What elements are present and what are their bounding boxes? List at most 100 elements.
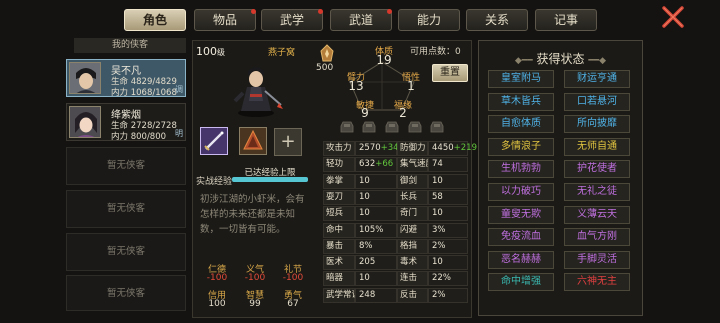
status-buff[interactable]: 命中增强 xyxy=(488,273,554,292)
ornament-icon: ◆━━ xyxy=(514,56,533,66)
stat-value: 4450+219 xyxy=(428,141,477,156)
hero-portrait-avatar xyxy=(69,62,101,94)
status-buff[interactable]: 血气方刚 xyxy=(564,228,630,247)
stat-name: 长兵 xyxy=(397,189,428,205)
status-buff[interactable]: 多情浪子 xyxy=(488,137,554,156)
stat-name: 连击 xyxy=(397,271,428,287)
available-points: 可用点数：0 xyxy=(410,47,461,57)
gem-slot-icon[interactable] xyxy=(408,121,422,133)
stat-name: 命中 xyxy=(323,222,355,238)
status-buff[interactable]: 生机勃勃 xyxy=(488,160,554,179)
empty-hero-slot[interactable]: 暂无侠客 xyxy=(66,233,186,271)
status-buff[interactable]: 自愈体质 xyxy=(488,115,554,134)
tab-2[interactable]: 武学 xyxy=(261,9,323,31)
status-buff[interactable]: 口若悬河 xyxy=(564,92,630,111)
stat-value: 3% xyxy=(428,222,468,238)
attr-value-agility: 9 xyxy=(361,106,369,120)
stat-name: 奇门 xyxy=(397,206,428,222)
stat-name: 集气速度 xyxy=(397,157,434,173)
status-buff[interactable]: 无礼之徒 xyxy=(564,183,630,201)
stat-value: 10 xyxy=(428,173,468,189)
status-buff[interactable]: 草木皆兵 xyxy=(488,92,554,111)
close-icon[interactable] xyxy=(660,4,686,30)
exp-bar-fill xyxy=(232,177,308,182)
stat-value: 10 xyxy=(355,173,397,189)
tab-5[interactable]: 关系 xyxy=(466,9,528,31)
exp-label: 实战经验 xyxy=(196,177,233,187)
tab-0[interactable]: 角色 xyxy=(124,9,186,31)
tab-1[interactable]: 物品 xyxy=(194,9,256,31)
ornament-icon: ━━◆ xyxy=(588,56,607,66)
stat-value: 2% xyxy=(428,238,468,254)
status-buff[interactable]: 童叟无欺 xyxy=(488,205,554,224)
attr-value-comprehension: 1 xyxy=(407,79,415,93)
stat-name: 轻功 xyxy=(323,157,355,173)
tab-label: 武学 xyxy=(279,13,304,27)
gem-slot-icon[interactable] xyxy=(362,121,376,133)
stat-name: 拳掌 xyxy=(323,173,355,189)
skill-slot-sword[interactable] xyxy=(200,127,228,155)
stat-name: 反击 xyxy=(397,287,428,303)
stat-value: 105% xyxy=(355,222,397,238)
stat-value: 74 xyxy=(428,157,468,173)
stat-value: 2570+340 xyxy=(355,141,404,156)
trait-value: 100 xyxy=(208,299,226,309)
stat-name: 暗器 xyxy=(323,271,355,287)
trait-value: -100 xyxy=(244,273,266,283)
status-buff[interactable]: 财运亨通 xyxy=(564,70,630,88)
empty-hero-slot[interactable]: 暂无侠客 xyxy=(66,190,186,228)
stat-bonus: +219 xyxy=(453,143,477,153)
status-buff[interactable]: 皇室附马 xyxy=(488,70,554,88)
status-buff[interactable]: 六神无主 xyxy=(564,273,630,292)
hero-card-1[interactable]: 吴不凡 生命 4829/4829 内力 1068/1068 调 xyxy=(66,59,186,98)
gem-slot-icon[interactable] xyxy=(430,121,444,133)
stat-value: 10 xyxy=(355,189,397,205)
status-buff[interactable]: 以力破巧 xyxy=(488,183,554,201)
status-buff[interactable]: 免疫流血 xyxy=(488,228,554,247)
stat-value: 22% xyxy=(428,271,468,287)
notification-badge xyxy=(318,9,323,14)
stat-value: 8% xyxy=(355,238,397,254)
character-description: 初涉江湖的小虾米，会有怎样的未来还都是未知数，一切皆有可能。 xyxy=(200,194,305,235)
hero-mp: 内力 800/800 xyxy=(111,132,167,142)
stat-bonus: +66 xyxy=(375,159,394,170)
tab-4[interactable]: 能力 xyxy=(398,9,460,31)
tab-3[interactable]: 武道 xyxy=(330,9,392,31)
attr-value-constitution: 19 xyxy=(376,53,392,67)
empty-hero-slot[interactable]: 暂无侠客 xyxy=(66,147,186,185)
gem-slot-icon[interactable] xyxy=(385,121,399,133)
hero-card-2[interactable]: 绛紫烟 生命 2728/2728 内力 800/800 明 xyxy=(66,103,186,142)
stat-value: 205 xyxy=(355,255,397,271)
stat-value: 10 xyxy=(428,255,468,271)
stat-name: 耍刀 xyxy=(323,189,355,205)
character-avatar xyxy=(225,57,287,119)
stat-name: 短兵 xyxy=(323,206,355,222)
tab-label: 关系 xyxy=(484,13,509,27)
exp-bar xyxy=(232,177,308,182)
status-buff[interactable]: 恶名赫赫 xyxy=(488,250,554,269)
gem-slot-icon[interactable] xyxy=(340,121,354,133)
stat-name: 防御力 xyxy=(397,141,428,156)
character-level: 100级 xyxy=(196,45,225,58)
roster-title: 我的侠客 xyxy=(74,38,186,53)
stat-value: 632+66 xyxy=(355,157,397,173)
stat-name: 医术 xyxy=(323,255,355,271)
hero-mp: 内力 1068/1068 xyxy=(111,88,177,98)
hero-tag: 明 xyxy=(175,129,183,138)
status-buff[interactable]: 无师自通 xyxy=(564,137,630,156)
add-skill-button[interactable]: + xyxy=(274,128,302,156)
status-buff[interactable]: 护花使者 xyxy=(564,160,630,179)
empty-hero-slot[interactable]: 暂无侠客 xyxy=(66,275,186,311)
trait-value: -100 xyxy=(282,273,304,283)
tab-6[interactable]: 记事 xyxy=(535,9,597,31)
status-buff[interactable]: 所向披靡 xyxy=(564,115,630,134)
status-panel-title: ◆━━ 获得状态 ━━◆ xyxy=(514,52,607,66)
stat-value: 10 xyxy=(355,271,397,287)
reset-button[interactable]: 重置 xyxy=(432,64,468,82)
skill-slot-armor[interactable] xyxy=(239,127,267,155)
stat-name: 御剑 xyxy=(397,173,428,189)
status-buff[interactable]: 手脚灵活 xyxy=(564,250,630,269)
status-buff[interactable]: 义薄云天 xyxy=(564,205,630,224)
tab-label: 能力 xyxy=(416,13,441,27)
stat-value: 248 xyxy=(355,287,397,303)
